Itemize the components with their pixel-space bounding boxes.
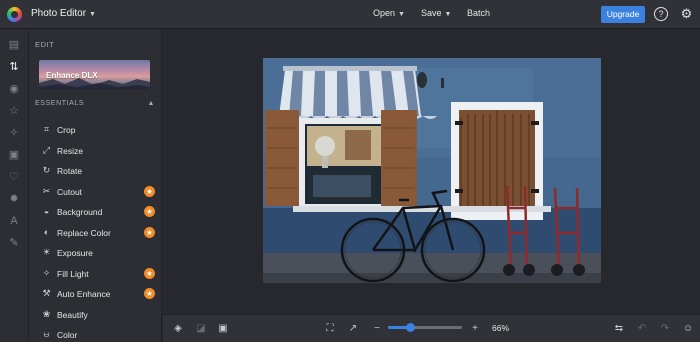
chevron-up-icon: ▲ — [147, 100, 155, 107]
tool-label: Crop — [57, 125, 76, 135]
tool-item[interactable]: ⚒ Auto Enhance ★ — [35, 285, 157, 303]
batch-button[interactable]: Batch — [467, 8, 490, 18]
replace-color-icon: ◐ — [43, 226, 50, 237]
crop-icon: ⌗ — [43, 124, 50, 134]
tool-item[interactable]: ⤢ Resize — [35, 142, 157, 160]
text-icon[interactable]: A — [7, 214, 21, 228]
tool-label: Replace Color — [57, 227, 111, 238]
photo-image — [263, 58, 601, 283]
premium-star-icon: ★ — [144, 185, 155, 197]
tool-label: Rotate — [57, 166, 83, 176]
beautify-icon: ❀ — [42, 308, 51, 319]
tool-label: Exposure — [57, 248, 93, 258]
feedback-icon[interactable]: ☺ — [681, 322, 695, 336]
fill-light-icon: ✧ — [42, 267, 51, 278]
tool-item[interactable]: ✧ Fill Light ★ — [35, 265, 157, 283]
resize-icon: ⤢ — [42, 144, 51, 155]
open-label: Open — [373, 8, 396, 18]
tool-label: Cutout — [57, 186, 83, 197]
flip-icon[interactable]: ⇆ — [612, 322, 626, 336]
zoom-in-icon[interactable]: + — [468, 322, 482, 336]
panel-title: EDIT — [35, 40, 55, 49]
compare-icon[interactable]: ◪ — [194, 322, 208, 336]
premium-star-icon: ★ — [144, 288, 155, 299]
chevron-down-icon: ▼ — [398, 11, 405, 18]
bottom-toolbar: ◈ ◪ ▣ ⛶ ↗ − + 66% ⇆ ↶ ↷ ☺ — [163, 314, 700, 342]
edit-panel: EDIT Enhance DLX ESSENTIALS ▲ ⌗ Crop ⤢ Resi… — [29, 30, 162, 342]
chevron-down-icon: ▼ — [444, 11, 452, 18]
tool-item[interactable]: ❀ Beautify — [35, 306, 157, 324]
exposure-icon: ☀ — [42, 247, 51, 257]
tool-label: Color — [57, 330, 78, 340]
settings-icon[interactable]: ⚙ — [679, 6, 694, 21]
tool-label: Fill Light — [57, 268, 89, 279]
app-logo-icon[interactable] — [7, 7, 22, 22]
heart-icon[interactable]: ♡ — [7, 170, 21, 184]
tool-label: Auto Enhance — [57, 289, 111, 299]
save-menu[interactable]: Save ▼ — [421, 8, 451, 18]
app-title: Photo Editor — [31, 8, 87, 19]
upgrade-button[interactable]: Upgrade — [601, 6, 645, 23]
canvas-area — [163, 30, 700, 314]
tool-item[interactable]: ⌗ Crop — [35, 121, 157, 139]
help-icon[interactable]: ? — [654, 7, 668, 21]
background-icon: ◒ — [43, 206, 50, 216]
essentials-section-header[interactable]: ESSENTIALS ▲ — [35, 100, 157, 114]
premium-star-icon: ★ — [144, 267, 155, 279]
app-menu[interactable]: Photo Editor ▼ — [31, 8, 96, 19]
tool-item[interactable]: ⩁ Color — [35, 326, 157, 342]
zoom-slider-thumb[interactable] — [405, 323, 415, 332]
scissors-icon: ✂ — [42, 185, 51, 196]
premium-star-icon: ★ — [144, 206, 155, 217]
edit-sliders-icon[interactable]: ⇅ — [7, 60, 21, 74]
premium-star-icon: ★ — [144, 226, 155, 238]
top-bar: Photo Editor ▼ Open ▼ Save ▼ Batch Upgrade … — [0, 0, 700, 29]
color-icon: ⩁ — [43, 329, 50, 339]
tool-item[interactable]: ✂ Cutout ★ — [35, 183, 157, 201]
chevron-down-icon: ▼ — [89, 11, 96, 18]
zoom-slider[interactable] — [388, 323, 462, 332]
texture-icon[interactable]: ✹ — [7, 192, 21, 206]
auto-enhance-icon: ⚒ — [42, 288, 51, 298]
rotate-icon: ↻ — [42, 165, 51, 175]
tool-item[interactable]: ↻ Rotate — [35, 162, 157, 180]
star-icon[interactable]: ☆ — [7, 104, 21, 118]
undo-icon[interactable]: ↶ — [635, 322, 649, 336]
layers-icon[interactable]: ◈ — [171, 322, 185, 336]
fit-screen-icon[interactable]: ⛶ — [323, 322, 337, 336]
tool-item[interactable]: ◒ Background ★ — [35, 203, 157, 221]
frame-icon[interactable]: ▣ — [7, 148, 21, 162]
zoom-out-icon[interactable]: − — [370, 322, 384, 336]
tool-rail: ▤ ⇅ ◉ ☆ ✧ ▣ ♡ ✹ A ✎ — [0, 30, 29, 342]
section-label: ESSENTIALS — [35, 100, 85, 107]
tool-label: Beautify — [57, 309, 88, 320]
zoom-level: 66% — [492, 323, 510, 333]
tool-item[interactable]: ☀ Exposure — [35, 244, 157, 262]
tool-label: Background — [57, 207, 103, 217]
eye-icon[interactable]: ◉ — [7, 82, 21, 96]
effects-icon[interactable]: ✧ — [7, 126, 21, 140]
redo-icon[interactable]: ↷ — [658, 322, 672, 336]
tool-label: Resize — [57, 145, 83, 156]
save-label: Save — [421, 8, 442, 18]
photo-preview[interactable] — [263, 58, 601, 283]
open-menu[interactable]: Open ▼ — [373, 8, 405, 18]
banner-label: Enhance DLX — [46, 71, 98, 80]
tool-item[interactable]: ◐ Replace Color ★ — [35, 224, 157, 242]
draw-icon[interactable]: ✎ — [7, 236, 21, 250]
enhance-dlx-banner[interactable]: Enhance DLX — [39, 60, 150, 90]
actual-size-icon[interactable]: ↗ — [346, 322, 360, 336]
history-icon[interactable]: ▣ — [216, 322, 230, 336]
image-icon[interactable]: ▤ — [7, 38, 21, 52]
